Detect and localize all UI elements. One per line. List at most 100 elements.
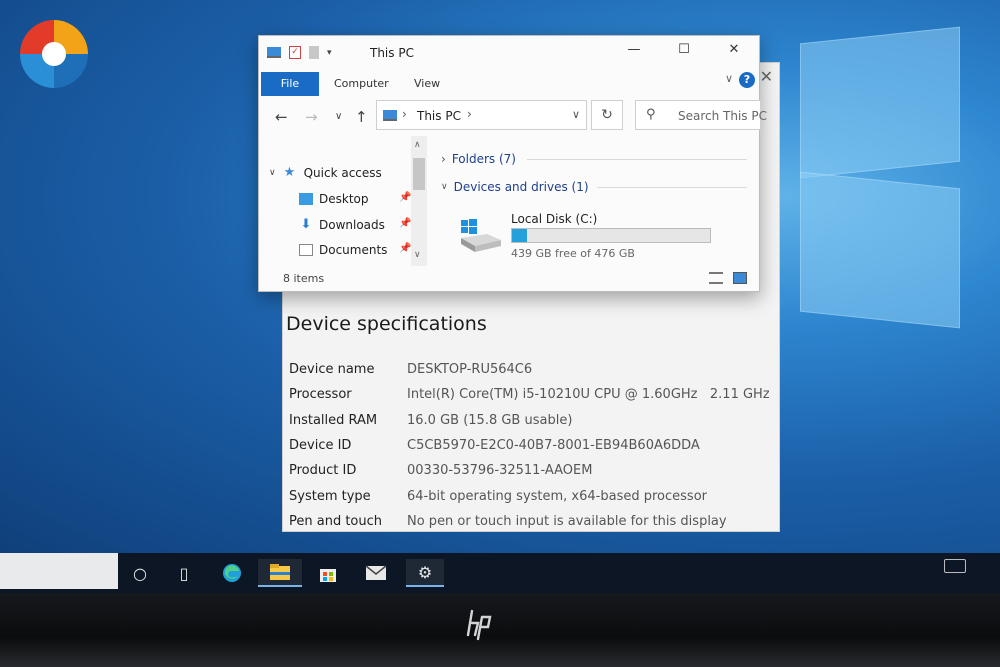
- tab-computer[interactable]: Computer: [334, 72, 389, 96]
- collapsed-chevron-icon: ›: [441, 152, 446, 166]
- spec-value: No pen or touch input is available for t…: [407, 513, 727, 529]
- group-label: Folders (7): [451, 152, 516, 166]
- edge-icon[interactable]: [216, 559, 248, 587]
- search-icon: ⚲: [646, 107, 656, 122]
- search-input[interactable]: Search This PC: [678, 109, 767, 123]
- spec-row: Installed RAM 16.0 GB (15.8 GB usable): [289, 408, 769, 433]
- spec-value: C5CB5970-E2C0-40B7-8001-EB94B60A6DDA: [407, 438, 700, 454]
- spec-value: 64-bit operating system, x64-based proce…: [407, 488, 707, 504]
- file-explorer-window: ✓ ▾ This PC — ☐ ✕ File Computer View ∨ ?…: [258, 35, 767, 292]
- tab-view[interactable]: View: [414, 72, 440, 96]
- up-arrow-icon[interactable]: ↑: [355, 108, 368, 126]
- group-devices-and-drives[interactable]: ∨ Devices and drives (1): [441, 180, 589, 194]
- spec-value: 16.0 GB (15.8 GB usable): [407, 412, 573, 428]
- item-count: 8 items: [283, 272, 325, 285]
- this-pc-icon: [267, 47, 281, 58]
- desktop-folder-icon: [299, 193, 313, 205]
- scrollbar-thumb[interactable]: [413, 158, 425, 190]
- properties-check-icon[interactable]: ✓: [289, 46, 301, 59]
- breadcrumb-chevron-icon[interactable]: ›: [467, 107, 472, 121]
- large-icons-view-icon[interactable]: [733, 272, 747, 284]
- spec-label: Processor: [289, 387, 352, 403]
- nav-label: Desktop: [319, 192, 369, 206]
- spec-label: Product ID: [289, 463, 357, 479]
- new-folder-icon[interactable]: [309, 46, 319, 59]
- pin-icon: 📌: [399, 218, 412, 229]
- pin-icon: 📌: [399, 192, 412, 203]
- address-location[interactable]: This PC: [417, 109, 461, 123]
- navigation-pane: ∨ ★ Quick access Desktop 📌 ⬇ Downloads 📌…: [259, 136, 429, 266]
- spec-row: Product ID 00330-53796-32511-AAOEM: [289, 458, 769, 483]
- close-button[interactable]: ✕: [719, 42, 749, 57]
- download-arrow-icon: ⬇: [300, 217, 312, 232]
- nav-desktop[interactable]: Desktop: [299, 188, 369, 210]
- laptop-bezel: [0, 593, 1000, 667]
- nav-documents[interactable]: Documents: [299, 239, 387, 261]
- spec-value: DESKTOP-RU564C6: [407, 362, 533, 378]
- expanded-chevron-icon: ∨: [441, 182, 448, 192]
- details-view-icon[interactable]: [709, 272, 723, 284]
- battery-icon[interactable]: [944, 559, 966, 573]
- task-view-icon[interactable]: ▯: [168, 559, 200, 587]
- forward-arrow-icon[interactable]: →: [305, 108, 318, 126]
- help-icon[interactable]: ?: [739, 72, 755, 88]
- documents-icon: [299, 244, 313, 256]
- group-folders[interactable]: › Folders (7): [441, 152, 516, 166]
- store-icon[interactable]: [312, 559, 344, 587]
- title-bar[interactable]: ✓ ▾ This PC — ☐ ✕: [259, 36, 759, 70]
- drive-free-space: 439 GB free of 476 GB: [511, 247, 635, 260]
- group-divider: [597, 187, 747, 188]
- scroll-up-icon[interactable]: ∧: [414, 140, 421, 150]
- expand-chevron-icon[interactable]: ∨: [269, 168, 276, 178]
- pin-icon: 📌: [399, 243, 412, 254]
- close-icon[interactable]: ✕: [760, 67, 773, 86]
- nav-label: Quick access: [303, 166, 382, 180]
- back-arrow-icon[interactable]: ←: [275, 108, 288, 126]
- spec-label: Pen and touch: [289, 513, 383, 529]
- nav-quick-access[interactable]: ∨ ★ Quick access: [269, 162, 382, 184]
- qat-dropdown-icon[interactable]: ▾: [327, 48, 332, 58]
- file-explorer-icon[interactable]: [258, 559, 302, 587]
- spec-value: Intel(R) Core(TM) i5-10210U CPU @ 1.60GH…: [407, 387, 769, 403]
- nav-pane-scrollbar[interactable]: ∧ ∨: [411, 136, 427, 266]
- taskbar-search-box[interactable]: [0, 553, 118, 589]
- quick-access-toolbar: ✓ ▾: [267, 46, 332, 59]
- watermark-logo: [20, 20, 88, 88]
- search-box[interactable]: ⚲ Search This PC: [635, 100, 767, 130]
- spec-row: Processor Intel(R) Core(TM) i5-10210U CP…: [289, 382, 769, 407]
- hp-logo: [466, 609, 492, 641]
- maximize-button[interactable]: ☐: [669, 42, 699, 57]
- spec-label: Device ID: [289, 438, 352, 454]
- spec-row: Device ID C5CB5970-E2C0-40B7-8001-EB94B6…: [289, 433, 769, 458]
- nav-label: Documents: [319, 243, 388, 257]
- mail-icon[interactable]: [360, 559, 392, 587]
- expand-ribbon-chevron-icon[interactable]: ∨: [725, 72, 733, 85]
- minimize-button[interactable]: —: [619, 42, 649, 57]
- group-divider: [527, 159, 747, 160]
- group-label: Devices and drives (1): [453, 180, 589, 194]
- refresh-button[interactable]: ↻: [591, 100, 623, 130]
- nav-label: Downloads: [319, 218, 385, 232]
- settings-gear-icon[interactable]: ⚙: [406, 559, 444, 587]
- content-pane: › Folders (7) ∨ Devices and drives (1) L…: [437, 146, 757, 276]
- status-bar: 8 items: [259, 267, 759, 291]
- local-disk-icon[interactable]: [457, 216, 503, 254]
- breadcrumb-chevron-icon[interactable]: ›: [402, 107, 407, 121]
- tab-file[interactable]: File: [261, 72, 319, 96]
- drive-name[interactable]: Local Disk (C:): [511, 212, 597, 226]
- star-icon: ★: [283, 165, 296, 180]
- recent-locations-chevron-icon[interactable]: ∨: [335, 111, 342, 122]
- navigation-bar: ← → ∨ ↑ › This PC › ∨ ↻ ⚲ Search This PC: [259, 98, 767, 132]
- spec-row: System type 64-bit operating system, x64…: [289, 483, 769, 508]
- drive-usage-bar: [511, 228, 711, 243]
- nav-downloads[interactable]: ⬇ Downloads: [299, 214, 385, 236]
- scroll-down-icon[interactable]: ∨: [414, 250, 421, 260]
- device-specifications-heading: Device specifications: [286, 313, 487, 335]
- address-bar[interactable]: › This PC › ∨: [376, 100, 587, 130]
- cortana-circle-icon[interactable]: ○: [124, 559, 156, 587]
- this-pc-icon: [383, 110, 397, 121]
- spec-label: System type: [289, 488, 371, 504]
- window-title: This PC: [370, 46, 414, 60]
- windows-logo-wallpaper: [800, 26, 970, 335]
- address-dropdown-icon[interactable]: ∨: [572, 108, 580, 121]
